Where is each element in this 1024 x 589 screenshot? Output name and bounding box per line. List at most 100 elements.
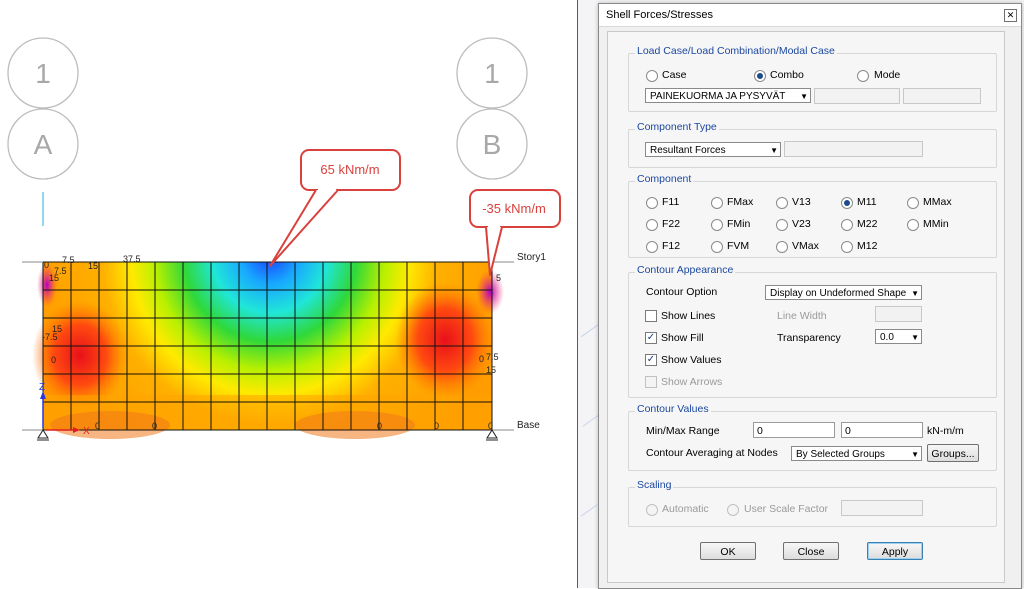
component-type-extra-field xyxy=(784,141,923,157)
mode-radio-label[interactable]: Mode xyxy=(874,69,900,81)
chevron-down-icon: ▼ xyxy=(770,146,778,155)
component-radio-v13[interactable] xyxy=(776,197,788,209)
component-radio-f22[interactable] xyxy=(646,219,658,231)
component-label-f11[interactable]: F11 xyxy=(662,196,679,208)
automatic-label: Automatic xyxy=(662,503,709,515)
component-label-m22[interactable]: M22 xyxy=(857,218,877,230)
chevron-down-icon: ▼ xyxy=(800,92,808,101)
component-label-v23[interactable]: V23 xyxy=(792,218,811,230)
min-range-input[interactable]: 0 xyxy=(753,422,835,438)
user-scale-label: User Scale Factor xyxy=(744,503,829,515)
transparency-dropdown[interactable]: 0.0 ▼ xyxy=(875,329,922,344)
bubble-1-right: 1 xyxy=(484,58,500,89)
contour-value: 7.5 xyxy=(62,255,75,265)
component-radio-f12[interactable] xyxy=(646,241,658,253)
contour-appearance-group: Contour Appearance Contour Option Displa… xyxy=(628,264,997,398)
component-radio-mmax[interactable] xyxy=(907,197,919,209)
component-radio-fvm[interactable] xyxy=(711,241,723,253)
contour-value: 0 xyxy=(434,421,439,431)
contour-values-group: Contour Values Min/Max Range 0 0 kN-m/m … xyxy=(628,403,997,471)
load-combo-value: PAINEKUORMA JA PYSYVÄT xyxy=(650,91,786,102)
combo-radio-label[interactable]: Combo xyxy=(770,69,804,81)
callout-right-text: -35 kNm/m xyxy=(482,201,546,216)
close-button[interactable]: Close xyxy=(783,542,839,560)
component-radio-fmax[interactable] xyxy=(711,197,723,209)
component-label-v13[interactable]: V13 xyxy=(792,196,811,208)
component-label-fmax[interactable]: FMax xyxy=(727,196,753,208)
component-label-f12[interactable]: F12 xyxy=(662,240,680,252)
component-radio-mmin[interactable] xyxy=(907,219,919,231)
component-label-m11[interactable]: M11 xyxy=(857,196,877,208)
case-radio-label[interactable]: Case xyxy=(662,69,687,81)
contour-value: 0 xyxy=(377,421,382,431)
max-range-input[interactable]: 0 xyxy=(841,422,923,438)
component-radio-v23[interactable] xyxy=(776,219,788,231)
chevron-down-icon: ▼ xyxy=(911,289,919,298)
contour-averaging-value: By Selected Groups xyxy=(796,449,885,460)
contour-value: 0 xyxy=(479,354,484,364)
scaling-group-title: Scaling xyxy=(635,479,674,491)
component-label-fmin[interactable]: FMin xyxy=(727,218,750,230)
combo-radio[interactable] xyxy=(754,70,766,82)
contour-value: 0 xyxy=(95,421,100,431)
axis-x-label: X xyxy=(83,426,90,437)
component-label-fvm[interactable]: FVM xyxy=(727,240,749,252)
component-radio-f11[interactable] xyxy=(646,197,658,209)
load-case-group-title: Load Case/Load Combination/Modal Case xyxy=(635,45,837,57)
transparency-value: 0.0 xyxy=(880,332,894,343)
show-arrows-label: Show Arrows xyxy=(661,376,723,388)
component-type-group-title: Component Type xyxy=(635,121,719,133)
user-scale-radio xyxy=(727,504,739,516)
mode-radio[interactable] xyxy=(857,70,869,82)
dialog-titlebar[interactable]: Shell Forces/Stresses ✕ xyxy=(599,4,1021,27)
component-label-mmin[interactable]: MMin xyxy=(923,218,949,230)
component-radio-m12[interactable] xyxy=(841,241,853,253)
component-radio-m11[interactable] xyxy=(841,197,853,209)
wall-contour xyxy=(32,262,504,439)
contour-value: 37.5 xyxy=(123,254,141,264)
contour-option-value: Display on Undeformed Shape xyxy=(770,288,907,299)
groups-button[interactable]: Groups... xyxy=(927,444,979,462)
chevron-down-icon: ▼ xyxy=(911,333,919,342)
ok-button[interactable]: OK xyxy=(700,542,756,560)
contour-value: 0 xyxy=(152,421,157,431)
contour-values-group-title: Contour Values xyxy=(635,403,711,415)
min-max-range-label: Min/Max Range xyxy=(646,425,720,437)
model-viewport[interactable]: 1 A 1 B Story1 Base 0 7.5 7.5 15 15 37.5… xyxy=(0,0,577,588)
component-radio-vmax[interactable] xyxy=(776,241,788,253)
component-radio-fmin[interactable] xyxy=(711,219,723,231)
show-fill-label[interactable]: Show Fill xyxy=(661,332,704,344)
contour-value: 15 xyxy=(49,273,59,283)
component-type-group: Component Type Resultant Forces ▼ xyxy=(628,121,997,168)
user-scale-field xyxy=(841,500,923,516)
apply-button[interactable]: Apply xyxy=(867,542,923,560)
load-case-extra-field-2 xyxy=(903,88,981,104)
callout-center: 65 kNm/m xyxy=(269,149,401,267)
component-group: Component F11 FMax V13 M11 MMax F22 FMin… xyxy=(628,173,997,258)
show-lines-checkbox[interactable] xyxy=(645,310,657,322)
show-values-checkbox[interactable]: ✓ xyxy=(645,354,657,366)
contour-value: 7.5 xyxy=(486,352,499,362)
component-radio-m22[interactable] xyxy=(841,219,853,231)
component-label-vmax[interactable]: VMax xyxy=(792,240,819,252)
transparency-label: Transparency xyxy=(777,332,841,344)
load-combo-dropdown[interactable]: PAINEKUORMA JA PYSYVÄT ▼ xyxy=(645,88,811,103)
contour-averaging-label: Contour Averaging at Nodes xyxy=(646,447,778,459)
bubble-1-left: 1 xyxy=(35,58,51,89)
contour-averaging-dropdown[interactable]: By Selected Groups ▼ xyxy=(791,446,922,461)
show-lines-label[interactable]: Show Lines xyxy=(661,310,715,322)
units-label: kN-m/m xyxy=(927,425,964,437)
chevron-down-icon: ▼ xyxy=(911,450,919,459)
close-icon[interactable]: ✕ xyxy=(1004,9,1017,22)
component-label-m12[interactable]: M12 xyxy=(857,240,877,252)
show-values-label[interactable]: Show Values xyxy=(661,354,722,366)
contour-option-dropdown[interactable]: Display on Undeformed Shape ▼ xyxy=(765,285,922,300)
component-label-f22[interactable]: F22 xyxy=(662,218,680,230)
contour-value: 15 xyxy=(88,261,98,271)
component-label-mmax[interactable]: MMax xyxy=(923,196,952,208)
component-type-dropdown[interactable]: Resultant Forces ▼ xyxy=(645,142,781,157)
case-radio[interactable] xyxy=(646,70,658,82)
show-fill-checkbox[interactable]: ✓ xyxy=(645,332,657,344)
component-type-value: Resultant Forces xyxy=(650,145,726,156)
line-width-field xyxy=(875,306,922,322)
